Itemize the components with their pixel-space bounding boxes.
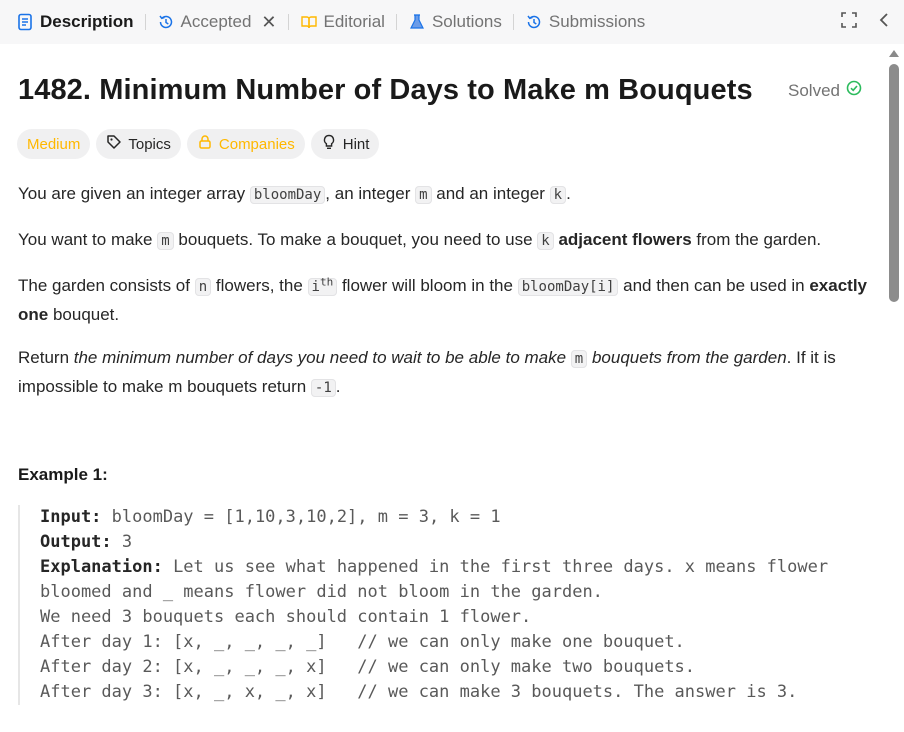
tab-submissions[interactable]: Submissions [525, 0, 645, 44]
tab-bar: Description Accepted ✕ Editorial Solutio… [0, 0, 904, 44]
text: The garden consists of [18, 276, 195, 295]
tab-divider [144, 14, 146, 30]
description-icon [16, 13, 34, 31]
inline-code: m [415, 186, 432, 204]
example-block: Input: bloomDay = [1,10,3,10,2], m = 3, … [18, 505, 868, 705]
tab-divider [395, 14, 397, 30]
output-value: 3 [111, 532, 133, 552]
inline-code: m [157, 232, 174, 250]
problem-description-panel: 1482. Minimum Number of Days to Make m B… [0, 44, 884, 732]
description-paragraph-3: The garden consists of n flowers, the it… [18, 272, 868, 328]
flask-icon [408, 13, 426, 31]
inline-code: -1 [310, 379, 336, 397]
text: flowers, the [211, 276, 308, 295]
tab-editorial[interactable]: Editorial [300, 0, 385, 44]
tab-description[interactable]: Description [16, 0, 134, 44]
italic-text: bouquets from the garden [591, 348, 787, 367]
text: You want to make [18, 230, 158, 249]
tag-chips: Medium Topics Companies Hint [17, 129, 380, 159]
example-explanation: Explanation: Let us see what happened in… [40, 555, 868, 580]
problem-title: 1482. Minimum Number of Days to Make m B… [18, 74, 753, 106]
scrollbar-thumb[interactable] [889, 64, 899, 302]
explanation-line: After day 1: [x, _, _, _, _] // we can o… [40, 632, 685, 652]
tab-divider [512, 14, 514, 30]
explanation-line: After day 2: [x, _, _, _, x] // we can o… [40, 657, 696, 677]
difficulty-badge: Medium [17, 129, 91, 159]
hint-label: Hint [342, 135, 370, 153]
explanation-line: We need 3 bouquets each should contain 1… [40, 607, 532, 627]
inline-code: bloomDay[i] [517, 278, 619, 296]
inline-code: k [537, 232, 554, 250]
text: , an integer [325, 184, 416, 203]
tab-accepted-label: Accepted [180, 12, 252, 31]
italic-text: the minimum number of days you need to w… [73, 348, 571, 367]
companies-button[interactable]: Companies [186, 129, 305, 159]
tab-divider [287, 14, 289, 30]
inline-code: ith [307, 275, 338, 296]
description-paragraph-2: You want to make m bouquets. To make a b… [18, 226, 868, 255]
book-icon [300, 13, 318, 31]
inline-code: k [549, 186, 567, 204]
vertical-scrollbar[interactable] [884, 44, 904, 732]
inline-code: n [194, 278, 212, 296]
tab-solutions[interactable]: Solutions [408, 0, 502, 44]
lock-icon [197, 134, 213, 154]
history-icon [157, 13, 175, 31]
code-text: i [311, 279, 320, 295]
input-label: Input: [40, 507, 102, 527]
tag-icon [106, 134, 122, 154]
lightbulb-icon [321, 134, 337, 154]
text: . [335, 377, 341, 396]
text: bouquet. [48, 305, 120, 324]
example-input: Input: bloomDay = [1,10,3,10,2], m = 3, … [40, 505, 868, 530]
scroll-up-arrow-icon[interactable] [889, 50, 899, 57]
solved-badge: Solved [788, 80, 862, 101]
example-output: Output: 3 [40, 530, 868, 555]
output-label: Output: [40, 532, 112, 552]
explanation-text: Let us see what happened in the first th… [162, 557, 829, 577]
solved-label: Solved [788, 80, 840, 100]
check-circle-icon [846, 80, 862, 101]
text: flower will bloom in the [337, 276, 518, 295]
close-icon[interactable]: ✕ [261, 12, 276, 33]
text: and then can be used in [618, 276, 810, 295]
text: You are given an integer array [18, 184, 250, 203]
explanation-line: bloomed and _ means flower did not bloom… [40, 582, 603, 602]
tab-accepted[interactable]: Accepted ✕ [157, 0, 277, 44]
text: and an integer [431, 184, 550, 203]
explanation-label: Explanation: [40, 557, 163, 577]
history-icon [525, 13, 543, 31]
companies-label: Companies [218, 135, 295, 153]
collapse-chevron-icon[interactable] [878, 11, 890, 34]
tab-submissions-label: Submissions [548, 12, 646, 31]
topics-button[interactable]: Topics [96, 129, 181, 159]
tab-editorial-label: Editorial [323, 12, 385, 31]
example-title: Example 1: [18, 465, 108, 484]
difficulty-label: Medium [27, 135, 81, 153]
inline-code: m [570, 350, 588, 368]
text: Return [18, 348, 74, 367]
topics-label: Topics [128, 135, 171, 153]
expand-icon[interactable] [840, 11, 858, 34]
bold-text: adjacent flowers [558, 230, 692, 249]
input-value: bloomDay = [1,10,3,10,2], m = 3, k = 1 [101, 507, 501, 527]
inline-code: bloomDay [249, 186, 326, 204]
superscript: th [319, 275, 334, 289]
tab-solutions-label: Solutions [431, 12, 502, 31]
description-paragraph-4: Return the minimum number of days you ne… [18, 344, 868, 402]
text: bouquets. To make a bouquet, you need to… [173, 230, 538, 249]
description-paragraph-1: You are given an integer array bloomDay,… [18, 180, 868, 209]
hint-button[interactable]: Hint [310, 129, 380, 159]
text: . [566, 184, 571, 203]
tab-description-label: Description [40, 12, 134, 31]
text: from the garden. [691, 230, 822, 249]
explanation-line: After day 3: [x, _, x, _, x] // we can m… [40, 682, 798, 702]
